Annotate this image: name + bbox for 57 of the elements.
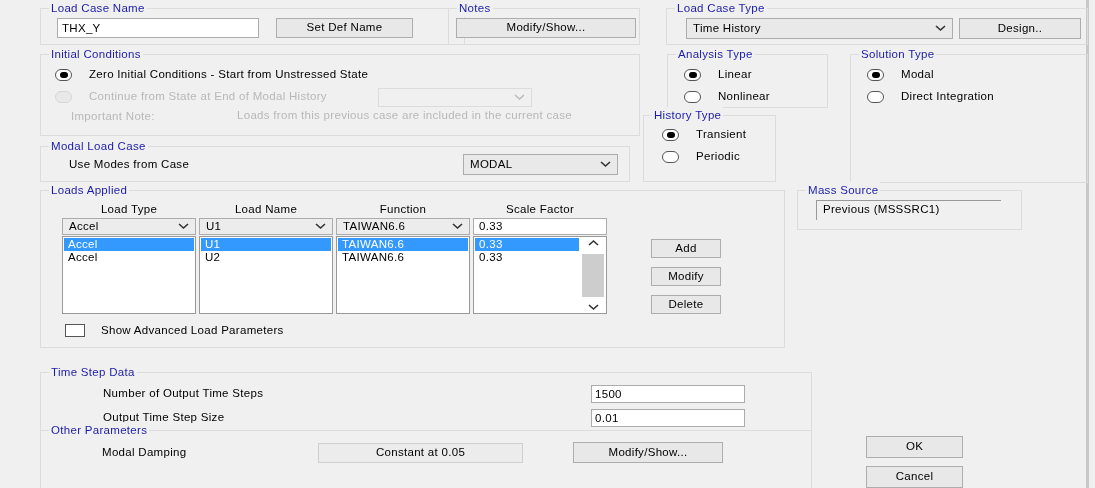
scrollbar[interactable] xyxy=(582,239,604,311)
dropdown[interactable]: TAIWAN6.6 xyxy=(336,218,470,235)
column-header: Scale Factor xyxy=(504,202,576,217)
name-field[interactable]: THX_Y xyxy=(57,18,259,38)
list-item[interactable]: U2 xyxy=(201,251,331,264)
radio-button[interactable] xyxy=(55,69,72,81)
button[interactable]: Set Def Name xyxy=(276,18,413,38)
column-header: Function xyxy=(378,202,428,217)
radio-button[interactable] xyxy=(662,151,679,163)
button[interactable]: Modify/Show... xyxy=(573,442,723,463)
dropdown[interactable]: Accel xyxy=(62,218,196,235)
column-header: Load Type xyxy=(99,202,159,217)
note-label: Important Note: xyxy=(71,109,156,124)
field-label: Number of Output Time Steps xyxy=(103,386,264,402)
number-field[interactable]: 0.01 xyxy=(591,409,745,427)
field-label: Modal Damping xyxy=(102,444,188,460)
chevron-down-icon xyxy=(315,223,326,230)
list-item[interactable]: TAIWAN6.6 xyxy=(338,251,468,264)
column-header: Load Name xyxy=(233,202,299,217)
number-field[interactable]: 1500 xyxy=(591,385,745,403)
dropdown[interactable]: Time History xyxy=(686,18,953,39)
button[interactable]: OK xyxy=(866,436,963,458)
field-label: Use Modes from Case xyxy=(69,156,190,172)
mass-source-field: Previous (MSSSRC1) xyxy=(816,200,1001,220)
radio-label: Zero Initial Conditions - Start from Unstressed State xyxy=(89,67,369,83)
damping-field: Constant at 0.05 xyxy=(318,442,523,463)
dropdown[interactable]: U1 xyxy=(199,218,333,235)
radio-button[interactable] xyxy=(684,69,701,81)
chevron-down-icon xyxy=(600,161,611,168)
chevron-down-icon xyxy=(935,25,946,32)
radio-label: Modal xyxy=(901,67,934,83)
chevron-down-icon xyxy=(513,93,525,101)
radio-label: Direct Integration xyxy=(901,89,994,105)
radio-label: Linear xyxy=(718,67,752,83)
button[interactable]: Add xyxy=(651,239,721,258)
chevron-down-icon xyxy=(587,304,599,311)
button[interactable]: Modify/Show... xyxy=(456,18,636,38)
chevron-up-icon xyxy=(587,239,599,246)
checkbox-label: Show Advanced Load Parameters xyxy=(101,323,284,338)
dropdown[interactable]: MODAL xyxy=(463,154,618,175)
radio-button[interactable] xyxy=(662,129,679,141)
button[interactable]: Cancel xyxy=(866,466,963,488)
list-item[interactable]: 0.33 xyxy=(475,251,579,264)
scale-factor-field[interactable]: 0.33 xyxy=(473,218,607,235)
list-item[interactable]: Accel xyxy=(64,251,194,264)
radio-button[interactable] xyxy=(684,91,701,103)
button[interactable]: Modify xyxy=(651,267,721,286)
radio-label: Nonlinear xyxy=(718,89,770,105)
button[interactable]: Delete xyxy=(651,295,721,314)
checkbox[interactable] xyxy=(65,324,85,338)
button[interactable]: Design.. xyxy=(959,18,1081,39)
radio-button[interactable] xyxy=(867,91,884,103)
radio-button[interactable] xyxy=(867,69,884,81)
radio-label: Transient xyxy=(696,127,747,143)
radio-label: Periodic xyxy=(696,149,740,165)
chevron-down-icon xyxy=(178,223,189,230)
chevron-down-icon xyxy=(452,223,463,230)
